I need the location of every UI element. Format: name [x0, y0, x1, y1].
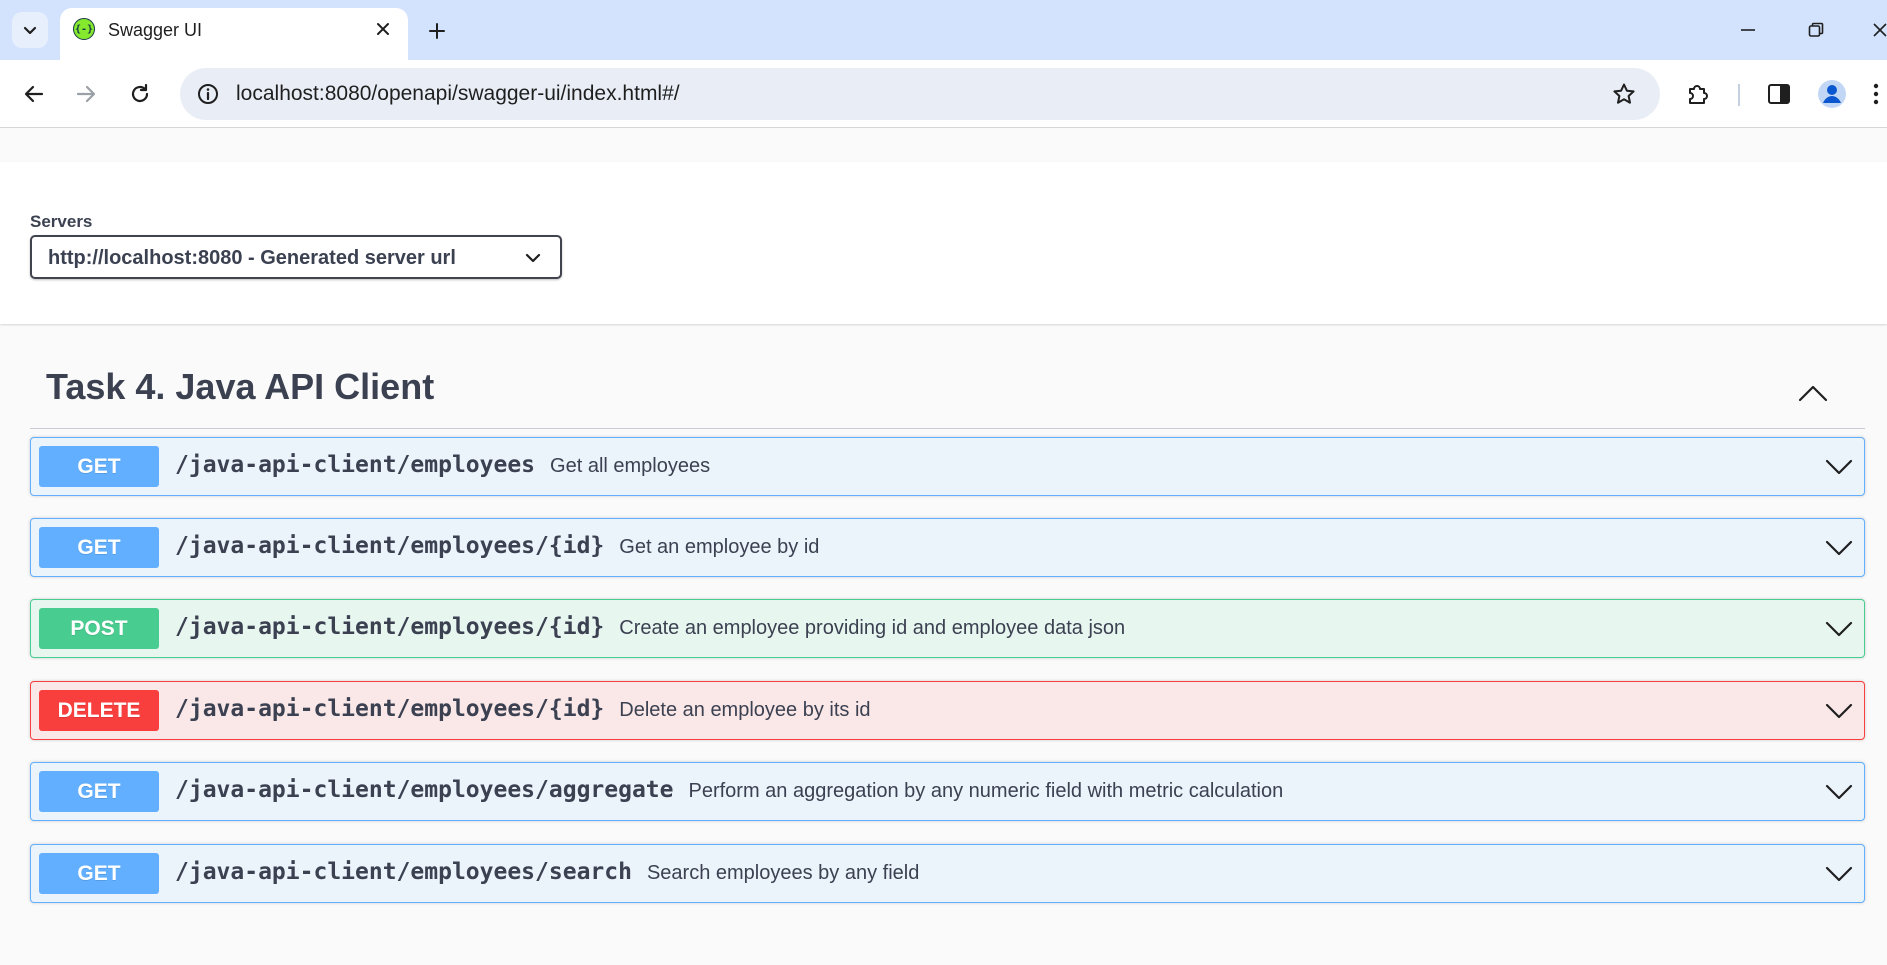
profile-button[interactable] — [1814, 76, 1850, 112]
plus-icon — [429, 23, 445, 39]
reload-button[interactable] — [120, 74, 160, 114]
site-info-icon[interactable] — [194, 80, 222, 108]
puzzle-icon — [1689, 85, 1708, 104]
tab-search-button[interactable] — [12, 12, 48, 48]
browser-tab[interactable]: {-} Swagger UI — [60, 8, 408, 60]
tag-divider — [30, 428, 1865, 429]
more-vertical-icon — [1873, 83, 1879, 105]
tag-collapse-button[interactable] — [1794, 374, 1832, 412]
operation-summary: Search employees by any field — [646, 862, 920, 884]
chevron-down-icon — [1825, 540, 1853, 556]
expand-operation-button[interactable] — [1824, 453, 1854, 481]
forward-arrow-icon — [76, 85, 96, 103]
back-button[interactable] — [14, 74, 54, 114]
back-arrow-icon — [24, 85, 44, 103]
tab-strip: {-} Swagger UI — [0, 0, 1887, 60]
expand-operation-button[interactable] — [1824, 697, 1854, 725]
tab-title: Swagger UI — [108, 20, 203, 40]
operation-summary: Create an employee providing id and empl… — [619, 617, 1126, 639]
servers-select[interactable]: http://localhost:8080 - Generated server… — [30, 235, 562, 279]
http-method-badge: GET — [39, 853, 159, 894]
chevron-down-icon — [525, 253, 541, 263]
restore-button[interactable] — [1796, 14, 1836, 46]
operation-block[interactable]: GET /java-api-client/employees Get all em… — [30, 437, 1865, 496]
menu-button[interactable] — [1866, 76, 1886, 112]
chevron-up-icon — [1798, 385, 1828, 402]
swagger-page: Servers http://localhost:8080 - Generate… — [0, 128, 1887, 965]
http-method-badge: POST — [39, 608, 159, 649]
chevron-down-icon — [23, 26, 37, 35]
operation-block[interactable]: GET /java-api-client/employees/{id} Get a… — [30, 518, 1865, 577]
browser-toolbar: localhost:8080/openapi/swagger-ui/index.… — [0, 60, 1887, 128]
operation-path: /java-api-client/employees/aggregate — [175, 777, 674, 803]
servers-label: Servers — [30, 212, 93, 231]
side-panel-icon — [1768, 84, 1790, 104]
operation-block[interactable]: DELETE /java-api-client/employees/{id} De… — [30, 681, 1865, 740]
minimize-button[interactable] — [1728, 14, 1768, 46]
bookmark-star-icon[interactable] — [1610, 80, 1638, 108]
swagger-favicon-icon: {-} — [73, 18, 95, 40]
operation-block[interactable]: GET /java-api-client/employees/aggregate… — [30, 762, 1865, 821]
chevron-down-icon — [1825, 784, 1853, 800]
operation-summary: Delete an employee by its id — [619, 699, 871, 721]
url-text[interactable]: localhost:8080/openapi/swagger-ui/index.… — [236, 82, 680, 106]
operation-path: /java-api-client/employees — [175, 452, 536, 478]
close-tab-button[interactable] — [372, 18, 394, 40]
toolbar-separator — [1738, 84, 1740, 106]
chevron-down-icon — [1825, 703, 1853, 719]
operation-summary: Perform an aggregation by any numeric fi… — [688, 780, 1284, 802]
http-method-badge: GET — [39, 771, 159, 812]
operation-path: /java-api-client/employees/search — [175, 859, 632, 885]
chevron-down-icon — [1825, 459, 1853, 475]
operation-path: /java-api-client/employees/{id} — [175, 696, 605, 722]
close-icon — [377, 23, 389, 35]
reload-icon — [131, 83, 149, 103]
servers-section: Servers http://localhost:8080 - Generate… — [0, 162, 1887, 324]
chevron-down-icon — [1825, 866, 1853, 882]
restore-icon — [1808, 22, 1824, 37]
close-window-button[interactable] — [1860, 14, 1887, 46]
http-method-badge: GET — [39, 446, 159, 487]
avatar-icon — [1818, 80, 1846, 108]
address-bar[interactable]: localhost:8080/openapi/swagger-ui/index.… — [180, 68, 1660, 120]
extensions-button[interactable] — [1680, 76, 1716, 112]
operation-summary: Get all employees — [550, 455, 711, 477]
operation-path: /java-api-client/employees/{id} — [175, 533, 605, 559]
close-window-icon — [1873, 23, 1887, 37]
operation-block[interactable]: GET /java-api-client/employees/search Sea… — [30, 844, 1865, 903]
chevron-down-icon — [1825, 621, 1853, 637]
minimize-icon — [1741, 29, 1755, 31]
operation-block[interactable]: POST /java-api-client/employees/{id} Crea… — [30, 599, 1865, 658]
new-tab-button[interactable] — [422, 16, 452, 46]
http-method-badge: DELETE — [39, 690, 159, 731]
operation-path: /java-api-client/employees/{id} — [175, 614, 605, 640]
servers-selected-value: http://localhost:8080 - Generated server… — [48, 247, 456, 269]
forward-button[interactable] — [66, 74, 106, 114]
http-method-badge: GET — [39, 527, 159, 568]
operation-summary: Get an employee by id — [619, 536, 820, 558]
expand-operation-button[interactable] — [1824, 615, 1854, 643]
side-panel-button[interactable] — [1761, 76, 1797, 112]
expand-operation-button[interactable] — [1824, 778, 1854, 806]
expand-operation-button[interactable] — [1824, 534, 1854, 562]
expand-operation-button[interactable] — [1824, 860, 1854, 888]
tag-title[interactable]: Task 4. Java API Client — [46, 366, 434, 408]
